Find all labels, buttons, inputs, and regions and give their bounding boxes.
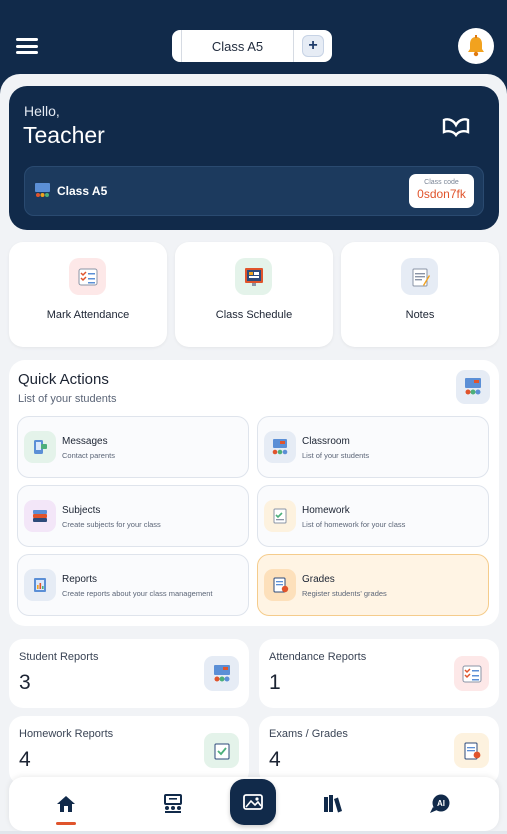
greeting-card: Hello, Teacher Class A5 Class code 0sdon… [9, 86, 499, 230]
homework-reports-icon [204, 733, 239, 768]
tile-mark-attendance[interactable]: Mark Attendance [9, 242, 167, 347]
app-logo-icon [442, 118, 470, 138]
class-selector-label: Class A5 [211, 38, 264, 54]
classroom-icon [264, 431, 296, 463]
tile-class-schedule[interactable]: Class Schedule [175, 242, 333, 347]
class-selector[interactable]: Class A5 + [172, 30, 332, 62]
action-title: Subjects [62, 505, 101, 516]
bottom-navigation: AI [9, 777, 499, 831]
grades-icon [264, 569, 296, 601]
ai-chat-icon[interactable]: AI [427, 791, 453, 817]
home-icon[interactable] [53, 791, 79, 825]
action-homework[interactable]: Homework List of homework for your class [257, 485, 489, 547]
tile-label: Mark Attendance [46, 309, 130, 321]
library-books-icon[interactable] [320, 791, 346, 817]
notification-bell-icon[interactable] [458, 28, 494, 64]
class-icon [35, 183, 50, 197]
action-title: Messages [62, 436, 108, 447]
menu-icon[interactable] [16, 38, 38, 54]
user-name: Teacher [23, 122, 105, 148]
add-class-button[interactable]: + [302, 35, 324, 57]
stat-label: Exams / Grades [269, 728, 348, 740]
stat-label: Attendance Reports [269, 651, 367, 663]
reports-icon [24, 569, 56, 601]
schedule-board-icon [235, 258, 272, 295]
greeting-text: Hello, [24, 103, 60, 119]
action-subtitle: List of your students [302, 451, 370, 460]
stat-label: Student Reports [19, 651, 99, 663]
stat-homework-reports[interactable]: Homework Reports 4 [9, 716, 249, 785]
stat-exams-grades[interactable]: Exams / Grades 4 [259, 716, 499, 785]
action-subtitle: Create subjects for your class [62, 520, 161, 529]
action-messages[interactable]: Messages Contact parents [17, 416, 249, 478]
stat-value: 4 [269, 748, 281, 771]
action-reports[interactable]: Reports Create reports about your class … [17, 554, 249, 616]
subjects-books-icon [24, 500, 56, 532]
class-code-box[interactable]: Class code 0sdon7fk [409, 174, 474, 208]
stat-value: 4 [19, 748, 31, 771]
tile-label: Class Schedule [215, 309, 293, 321]
student-reports-icon [204, 656, 239, 691]
class-code-value: 0sdon7fk [417, 187, 466, 201]
gallery-icon[interactable] [230, 779, 276, 825]
stat-value: 1 [269, 671, 281, 694]
stat-label: Homework Reports [19, 728, 114, 740]
action-grades[interactable]: Grades Register students' grades [257, 554, 489, 616]
class-selector-left [172, 30, 182, 62]
tile-notes[interactable]: Notes [341, 242, 499, 347]
current-class-row[interactable]: Class A5 Class code 0sdon7fk [24, 166, 484, 216]
classroom-nav-icon[interactable] [160, 791, 186, 817]
class-code-label: Class code [424, 179, 459, 186]
action-classroom[interactable]: Classroom List of your students [257, 416, 489, 478]
action-title: Classroom [302, 436, 350, 447]
messages-icon [24, 431, 56, 463]
stat-student-reports[interactable]: Student Reports 3 [9, 639, 249, 708]
current-class-name: Class A5 [57, 184, 108, 198]
stat-attendance-reports[interactable]: Attendance Reports 1 [259, 639, 499, 708]
action-subtitle: Register students' grades [302, 589, 387, 598]
action-title: Grades [302, 574, 335, 585]
students-board-icon [456, 370, 490, 404]
attendance-reports-icon [454, 656, 489, 691]
action-title: Homework [302, 505, 350, 516]
action-subjects[interactable]: Subjects Create subjects for your class [17, 485, 249, 547]
action-subtitle: List of homework for your class [302, 520, 406, 529]
homework-icon [264, 500, 296, 532]
attendance-checklist-icon [69, 258, 106, 295]
notes-icon [401, 258, 438, 295]
quick-actions-title: Quick Actions [18, 371, 109, 388]
exams-grades-icon [454, 733, 489, 768]
class-selector-divider [293, 30, 294, 62]
svg-text:AI: AI [437, 799, 445, 808]
stat-value: 3 [19, 671, 31, 694]
action-subtitle: Contact parents [62, 451, 115, 460]
quick-actions-subtitle: List of your students [18, 393, 117, 405]
quick-actions-card: Quick Actions List of your students Mess… [9, 360, 499, 626]
tile-label: Notes [405, 309, 435, 321]
action-title: Reports [62, 574, 98, 585]
action-subtitle: Create reports about your class manageme… [62, 589, 213, 598]
